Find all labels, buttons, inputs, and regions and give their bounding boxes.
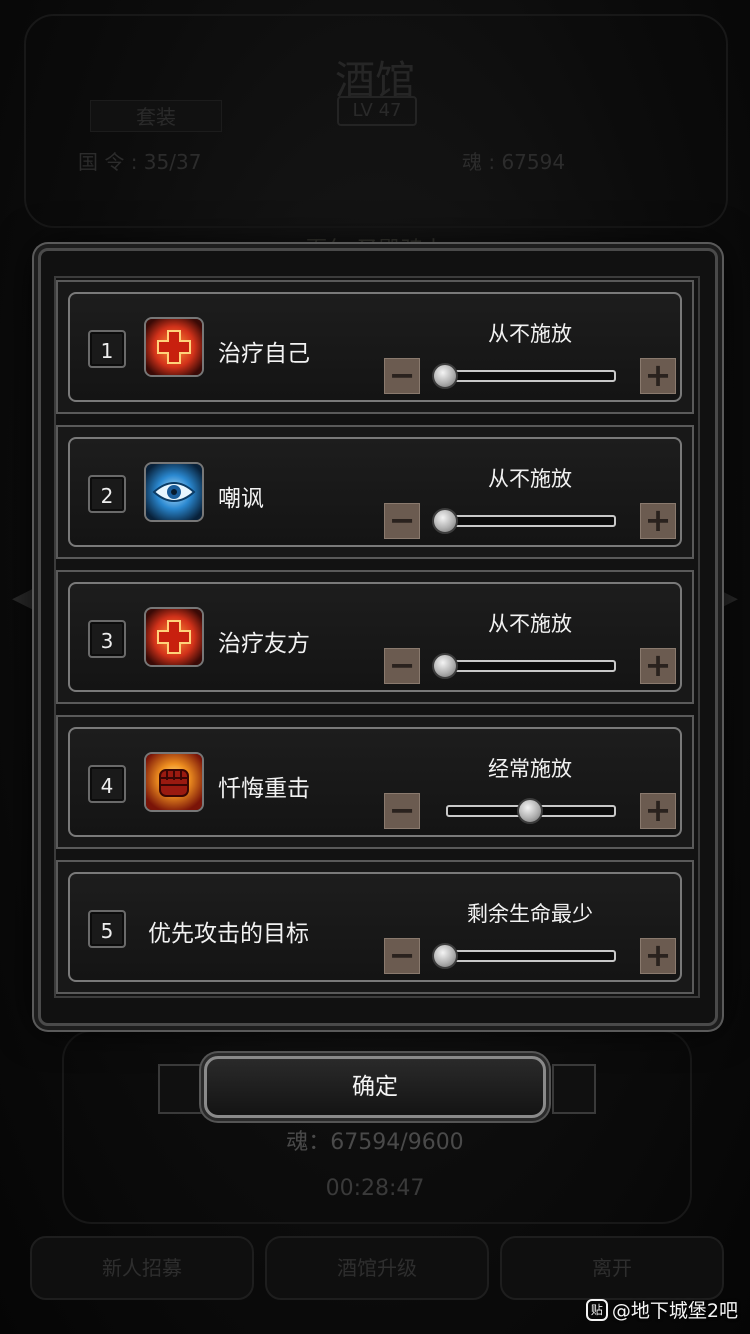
decrease-button[interactable]: − [384,503,420,539]
target-mode-label: 剩余生命最少 [467,902,593,926]
slider-knob[interactable] [432,943,458,969]
soul-counter: 魂：67594/9600 [286,1130,464,1155]
target-priority-label: 优先攻击的目标 [148,921,309,947]
increase-button[interactable]: + [640,648,676,684]
increase-button[interactable]: + [640,793,676,829]
increase-button[interactable]: + [640,938,676,974]
slider-knob[interactable] [517,798,543,824]
confirm-button[interactable]: 确定 [204,1056,546,1118]
skill-index: 3 [88,620,126,658]
cast-mode-label: 经常施放 [488,757,572,781]
skill-name: 治疗友方 [218,631,310,657]
cast-frequency-slider[interactable] [446,660,616,672]
skill-name: 嘲讽 [218,486,264,512]
confirm-ornament-right [552,1064,596,1114]
target-priority-slider[interactable] [446,950,616,962]
arrow-left-icon: ◀ [12,580,36,615]
skill-row-3: 3 治疗友方 从不施放 − + [56,570,694,704]
skill-index: 1 [88,330,126,368]
decrease-button[interactable]: − [384,938,420,974]
slider-knob[interactable] [432,653,458,679]
cast-mode-label: 从不施放 [488,322,572,346]
skill-index: 5 [88,910,126,948]
leave-button: 离开 [500,1236,724,1300]
skill-row-4: 4 忏悔重击 经常施放 − + [56,715,694,849]
heal-cross-icon [144,607,204,667]
tavern-upgrade-button: 酒馆升级 [265,1236,489,1300]
skill-row-5: 5 优先攻击的目标 剩余生命最少 − + [56,860,694,994]
eye-icon [144,462,204,522]
cast-mode-label: 从不施放 [488,612,572,636]
skill-name: 忏悔重击 [218,776,310,802]
cast-frequency-slider[interactable] [446,370,616,382]
confirm-ornament-left [158,1064,202,1114]
decrease-button[interactable]: − [384,358,420,394]
increase-button[interactable]: + [640,503,676,539]
skill-index: 4 [88,765,126,803]
skill-row-2: 2 嘲讽 从不施放 − + [56,425,694,559]
arrow-right-icon: ▶ [714,580,738,615]
tavern-level: LV 47 [337,96,417,126]
background-stat-right: 魂 : 67594 [462,150,566,174]
slider-knob[interactable] [432,508,458,534]
decrease-button[interactable]: − [384,648,420,684]
heal-cross-icon [144,317,204,377]
watermark: 贴 @地下城堡2吧 [585,1296,738,1323]
slider-knob[interactable] [432,363,458,389]
recruit-button: 新人招募 [30,1236,254,1300]
fist-icon [144,752,204,812]
background-stat-left: 国 令 : 35/37 [78,150,202,174]
decrease-button[interactable]: − [384,793,420,829]
cast-mode-label: 从不施放 [488,467,572,491]
skill-row-1: 1 治疗自己 从不施放 − + [56,280,694,414]
skill-index: 2 [88,475,126,513]
skill-name: 治疗自己 [218,341,310,367]
cast-frequency-slider[interactable] [446,515,616,527]
watermark-text: @地下城堡2吧 [611,1300,738,1322]
increase-button[interactable]: + [640,358,676,394]
timer: 00:28:47 [325,1176,425,1201]
tieba-logo-icon: 贴 [585,1298,608,1321]
tab-equipment-set: 套装 [90,100,222,132]
